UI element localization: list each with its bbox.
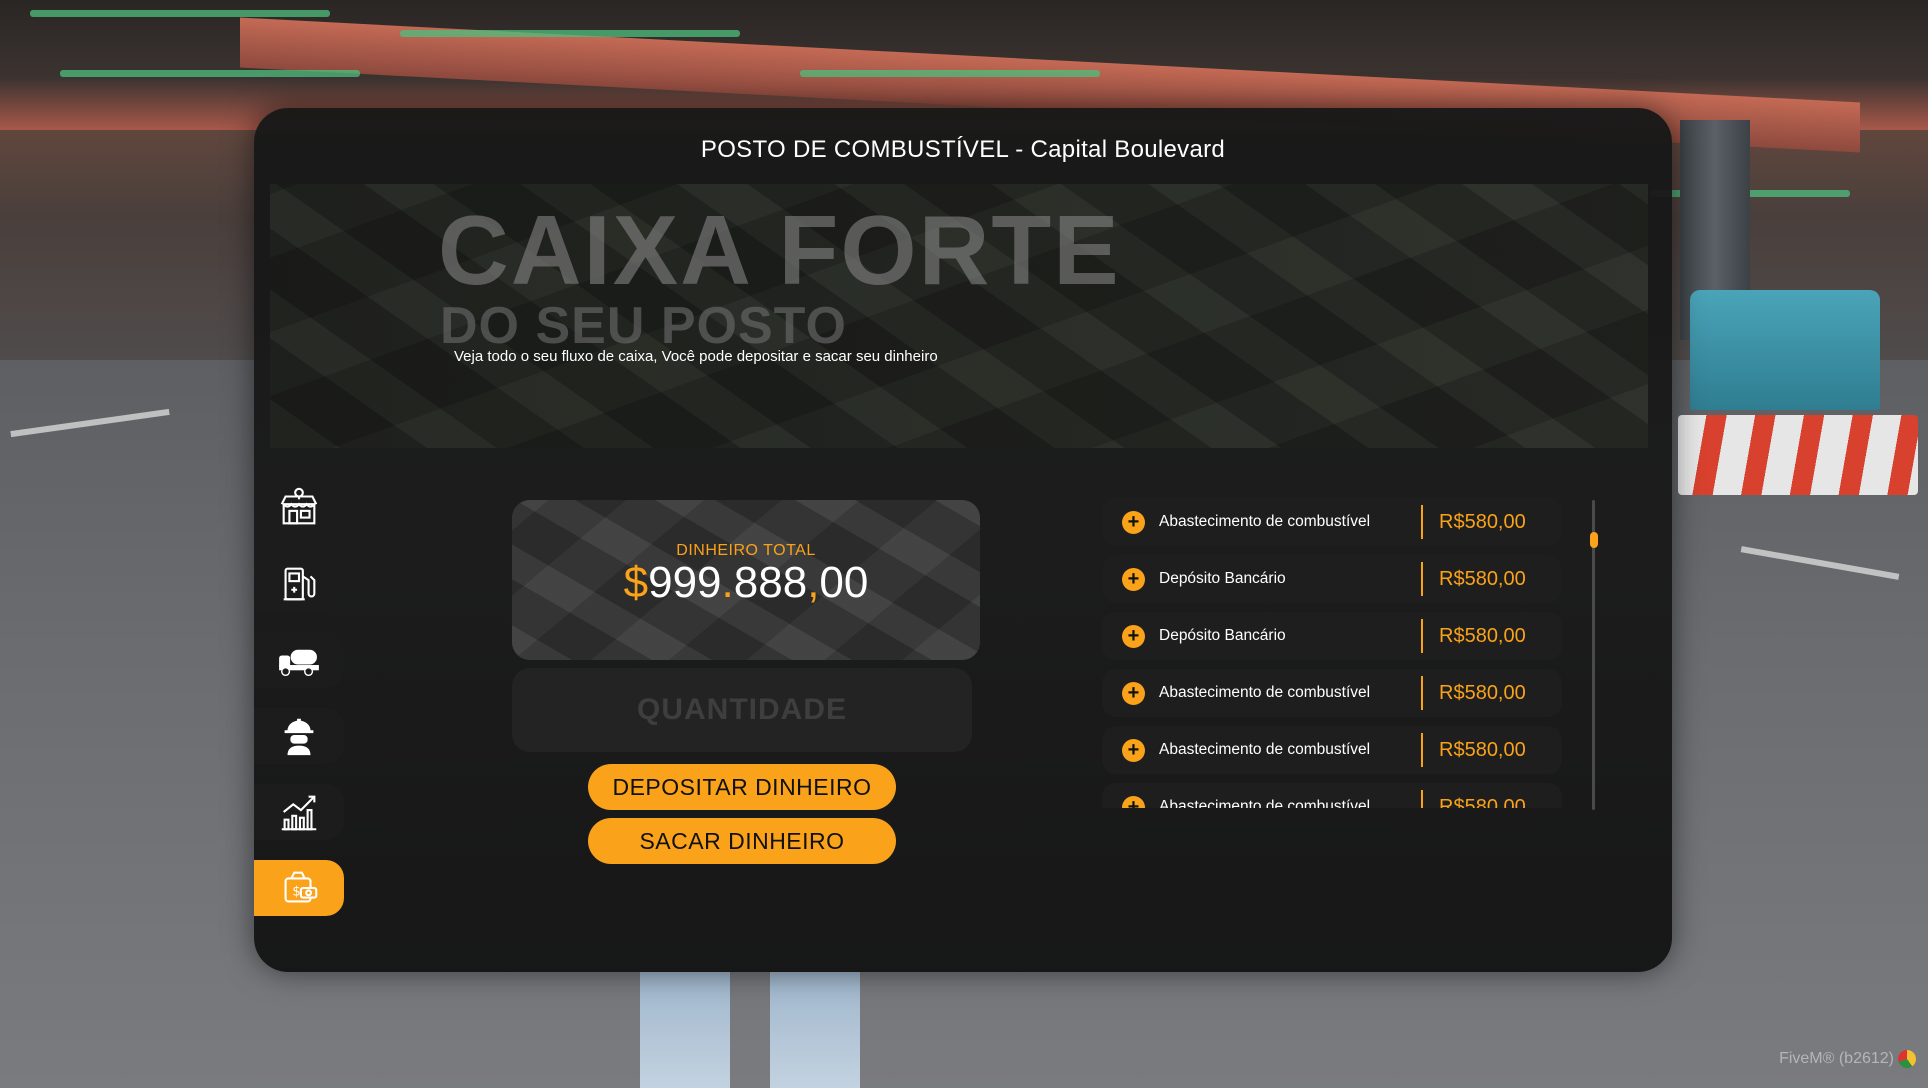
divider — [1421, 619, 1423, 653]
worker-icon — [284, 718, 314, 756]
banner-subheadline: DO SEU POSTO — [440, 297, 847, 355]
character-leg — [770, 972, 860, 1088]
sidebar-item-truck[interactable] — [254, 632, 344, 688]
fivem-watermark: FiveM® (b2612) — [1779, 1050, 1894, 1067]
transaction-row: + Depósito Bancário R$580,00 — [1102, 612, 1562, 660]
total-part-1: 999 — [648, 558, 722, 607]
plus-icon: + — [1122, 738, 1145, 762]
transaction-amount: R$580,00 — [1439, 795, 1526, 809]
divider — [1421, 505, 1423, 539]
transaction-label: Depósito Bancário — [1159, 570, 1286, 587]
plus-icon: + — [1122, 681, 1145, 705]
sidebar-item-vault[interactable]: $ — [254, 860, 344, 916]
transaction-label: Abastecimento de combustível — [1159, 684, 1371, 701]
ceiling-light — [400, 30, 740, 37]
tanker-truck-icon — [279, 649, 319, 677]
money-bag-icon: $ — [284, 871, 318, 903]
transaction-amount: R$580,00 — [1439, 510, 1526, 533]
portable-toilets — [1690, 290, 1880, 410]
sidebar: $ — [254, 480, 344, 936]
total-part-2: 888 — [733, 558, 808, 607]
transaction-list[interactable]: + Abastecimento de combustível R$580,00 … — [1102, 498, 1566, 808]
transaction-amount: R$580,00 — [1439, 738, 1526, 761]
transaction-label: Depósito Bancário — [1159, 627, 1286, 644]
plus-icon: + — [1122, 624, 1145, 648]
transaction-amount: R$580,00 — [1439, 624, 1526, 647]
character-leg — [640, 972, 730, 1088]
divider — [1421, 676, 1423, 710]
sidebar-item-fuel[interactable] — [254, 556, 344, 612]
page-title: POSTO DE COMBUSTÍVEL - Capital Boulevard — [700, 136, 1226, 163]
transaction-row: + Abastecimento de combustível R$580,00 — [1102, 669, 1562, 717]
chart-growth-icon — [281, 795, 317, 831]
plus-icon: + — [1122, 795, 1145, 808]
currency-symbol: $ — [623, 558, 649, 607]
divider — [1421, 733, 1423, 767]
divider — [1421, 790, 1423, 808]
transaction-row: + Abastecimento de combustível R$580,00 — [1102, 783, 1562, 808]
total-part-3: 00 — [819, 558, 869, 607]
withdraw-button[interactable]: SACAR DINHEIRO — [588, 818, 896, 864]
total-sep-2: , — [807, 558, 820, 607]
plus-icon: + — [1122, 567, 1145, 591]
sidebar-item-stats[interactable] — [254, 784, 344, 840]
divider — [1421, 562, 1423, 596]
transaction-row: + Abastecimento de combustível R$580,00 — [1102, 726, 1562, 774]
transaction-row: + Depósito Bancário R$580,00 — [1102, 555, 1562, 603]
deposit-button[interactable]: DEPOSITAR DINHEIRO — [588, 764, 896, 810]
transaction-label: Abastecimento de combustível — [1159, 741, 1371, 758]
quantity-input[interactable] — [512, 668, 972, 752]
transaction-amount: R$580,00 — [1439, 567, 1526, 590]
transaction-label: Abastecimento de combustível — [1159, 798, 1371, 808]
banner-headline: CAIXA FORTE — [438, 195, 1121, 305]
plus-icon: + — [1122, 510, 1145, 534]
transaction-row: + Abastecimento de combustível R$580,00 — [1102, 498, 1562, 546]
ceiling-light — [30, 10, 330, 17]
store-icon — [280, 487, 318, 525]
total-money-card: DINHEIRO TOTAL $999.888,00 — [512, 500, 980, 660]
total-sep-1: . — [721, 558, 734, 607]
total-money-value: $999.888,00 — [512, 558, 980, 608]
ceiling-light — [800, 70, 1100, 77]
banner-description: Veja todo o seu fluxo de caixa, Você pod… — [454, 348, 938, 365]
sidebar-item-employees[interactable] — [254, 708, 344, 764]
svg-text:$: $ — [292, 885, 301, 900]
fuel-pump-icon — [283, 567, 316, 601]
ceiling-light — [60, 70, 360, 77]
scrollbar-thumb[interactable] — [1590, 532, 1598, 548]
transaction-amount: R$580,00 — [1439, 681, 1526, 704]
hero-banner: CAIXA FORTE DO SEU POSTO Veja todo o seu… — [270, 184, 1648, 448]
sidebar-item-store[interactable] — [254, 480, 344, 536]
fivem-logo-icon — [1898, 1050, 1916, 1068]
transaction-label: Abastecimento de combustível — [1159, 513, 1371, 530]
vault-panel: POSTO DE COMBUSTÍVEL - Capital Boulevard… — [254, 108, 1672, 972]
road-barrier — [1678, 415, 1918, 495]
